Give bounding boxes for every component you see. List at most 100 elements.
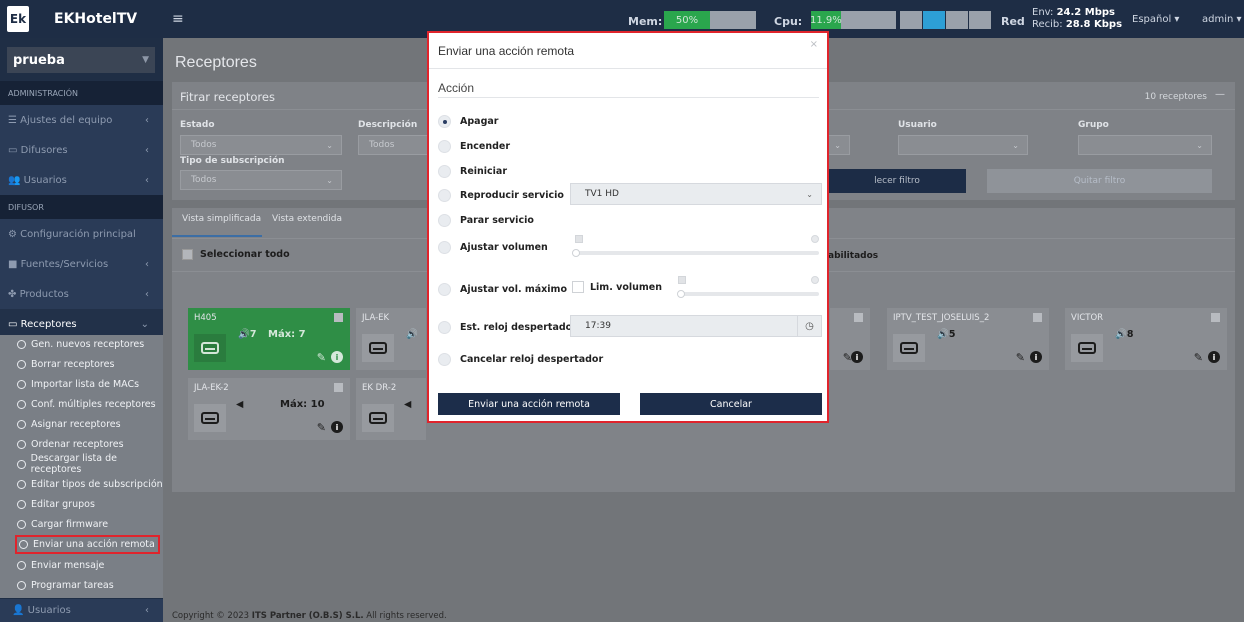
submenu-ordenar[interactable]: Ordenar receptores (17, 435, 124, 453)
estado-select[interactable]: Todos ⌄ (180, 135, 342, 155)
submenu-editar-grupos[interactable]: Editar grupos (17, 495, 95, 513)
option-volumen-maximo[interactable]: Ajustar vol. máximo (438, 281, 567, 297)
tab-extended[interactable]: Vista extendida (272, 214, 342, 224)
chevron-left-icon: ‹ (145, 114, 149, 126)
info-icon[interactable]: i (1208, 351, 1220, 363)
select-all-label: Seleccionar todo (200, 249, 290, 260)
info-icon[interactable]: i (1030, 351, 1042, 363)
divider (429, 68, 827, 69)
chevron-down-icon: ⌄ (1012, 140, 1019, 150)
receiver-card[interactable]: EK DR-2 ◀ (356, 378, 426, 440)
close-icon[interactable]: × (810, 39, 818, 50)
submenu-enviar-accion[interactable]: Enviar una acción remota (15, 535, 160, 554)
receiver-card[interactable]: JLA-EK 🔊 (356, 308, 426, 370)
edit-icon[interactable]: ✎ (317, 351, 326, 364)
option-reproducir[interactable]: Reproducir servicio (438, 187, 564, 203)
divider (438, 97, 819, 98)
option-encender[interactable]: Encender (438, 138, 510, 154)
receiver-checkbox[interactable] (334, 313, 343, 322)
receiver-card[interactable]: ✎ i (830, 308, 870, 370)
submenu-asignar[interactable]: Asignar receptores (17, 415, 121, 433)
submenu-editar-tipos[interactable]: Editar tipos de subscripción (17, 475, 163, 493)
sidebar-item-usuarios-bottom[interactable]: 👤 Usuarios ‹ (0, 599, 163, 622)
list-icon: ☰ (8, 114, 21, 126)
descripcion-select[interactable]: Todos (358, 135, 428, 155)
receiver-checkbox[interactable] (1211, 313, 1220, 322)
usuario-select[interactable]: ⌄ (898, 135, 1028, 155)
option-parar[interactable]: Parar servicio (438, 212, 534, 228)
max-volume-slider[interactable] (680, 292, 819, 296)
radio-icon (438, 188, 451, 202)
option-reiniciar[interactable]: Reiniciar (438, 163, 507, 179)
hidden-select[interactable]: ⌄ (828, 135, 850, 155)
cancel-button[interactable]: Cancelar (640, 393, 822, 415)
clock-icon[interactable]: ◷ (797, 316, 821, 336)
mem-meter-fill: 50% (664, 11, 710, 29)
remove-filter-button[interactable]: Quitar filtro (987, 169, 1212, 193)
company-selector[interactable]: prueba ▼ (7, 47, 155, 73)
option-ajustar-volumen[interactable]: Ajustar volumen (438, 239, 548, 255)
receiver-card[interactable]: H405 🔊7 Máx: 7 ✎ i (188, 308, 350, 370)
grupo-select[interactable]: ⌄ (1078, 135, 1212, 155)
edit-icon[interactable]: ✎ (1016, 351, 1025, 364)
info-icon[interactable]: i (851, 351, 863, 363)
submenu-borrar-receptores[interactable]: Borrar receptores (17, 355, 114, 373)
service-select[interactable]: TV1 HD ⌄ (570, 183, 822, 205)
info-icon[interactable]: i (331, 421, 343, 433)
submenu-descargar[interactable]: Descargar lista de receptores (17, 453, 163, 475)
apply-filter-button[interactable]: lecer filtro (828, 169, 966, 193)
submenu-importar-macs[interactable]: Importar lista de MACs (17, 375, 139, 393)
receiver-checkbox[interactable] (1033, 313, 1042, 322)
page-title: Receptores (175, 54, 257, 71)
sidebar-item-label: Usuarios (23, 174, 67, 186)
option-cancelar-reloj[interactable]: Cancelar reloj despertador (438, 351, 603, 367)
edit-icon[interactable]: ✎ (1194, 351, 1203, 364)
receiver-card[interactable]: VICTOR 🔊8 ✎ i (1065, 308, 1227, 370)
submenu-label: Descargar lista de receptores (30, 453, 117, 475)
info-icon[interactable]: i (331, 351, 343, 363)
option-reloj-despertador[interactable]: Est. reloj despertador (438, 319, 577, 335)
submenu-cargar-firmware[interactable]: Cargar firmware (17, 515, 108, 533)
volume-slider[interactable] (575, 251, 819, 255)
users-icon: 👥 (8, 174, 24, 186)
option-label: Reproducir servicio (460, 189, 564, 201)
chevron-down-icon: ⌄ (1196, 140, 1203, 150)
select-all-checkbox[interactable]: Seleccionar todo (182, 249, 290, 260)
checkbox-icon (182, 249, 193, 260)
radio-icon (438, 213, 451, 227)
receiver-card[interactable]: IPTV_TEST_JOSELUIS_2 🔊5 ✎ i (887, 308, 1049, 370)
alarm-time-input[interactable]: 17:39 ◷ (570, 315, 822, 337)
language-selector[interactable]: Español ▾ (1132, 14, 1179, 25)
sidebar-item-configuracion[interactable]: ⚙ Configuración principal (0, 219, 163, 249)
max-volume-slider-handle[interactable] (677, 290, 685, 298)
receiver-card[interactable]: JLA-EK-2 ◀ Máx: 10 ✎ i (188, 378, 350, 440)
submenu-conf-multiples[interactable]: Conf. múltiples receptores (17, 395, 156, 413)
circle-icon (17, 339, 26, 349)
send-action-button[interactable]: Enviar una acción remota (438, 393, 620, 415)
option-label: Apagar (460, 115, 499, 127)
collapse-icon[interactable]: — (1215, 89, 1225, 100)
sidebar-item-usuarios[interactable]: 👥 Usuarios ‹ (0, 165, 163, 195)
submenu-enviar-mensaje[interactable]: Enviar mensaje (17, 556, 104, 574)
tab-simplified[interactable]: Vista simplificada (182, 214, 261, 224)
circle-icon (17, 399, 26, 409)
app-name: EKHotelTV (54, 11, 138, 27)
option-apagar[interactable]: Apagar (438, 113, 498, 129)
circle-icon (17, 439, 26, 449)
receiver-checkbox[interactable] (854, 313, 863, 322)
sidebar-item-ajustes[interactable]: ☰ Ajustes del equipo ‹ (0, 105, 163, 135)
tipo-select[interactable]: Todos ⌄ (180, 170, 342, 190)
brand[interactable]: Ek EKHotelTV (0, 0, 163, 38)
user-menu[interactable]: admin ▾ (1202, 14, 1242, 25)
submenu-gen-receptores[interactable]: Gen. nuevos receptores (17, 335, 144, 353)
menu-toggle-icon[interactable]: ≡ (172, 11, 184, 27)
sidebar-item-fuentes[interactable]: ■ Fuentes/Servicios ‹ (0, 249, 163, 279)
option-label: Reiniciar (460, 165, 508, 177)
submenu-programar[interactable]: Programar tareas (17, 576, 114, 594)
volume-slider-handle[interactable] (572, 249, 580, 257)
edit-icon[interactable]: ✎ (317, 421, 326, 434)
lim-volumen-checkbox[interactable]: Lim. volumen (572, 281, 662, 293)
sidebar-item-productos[interactable]: ✤ Productos ‹ (0, 279, 163, 309)
sidebar-item-difusores[interactable]: ▭ Difusores ‹ (0, 135, 163, 165)
receiver-checkbox[interactable] (334, 383, 343, 392)
